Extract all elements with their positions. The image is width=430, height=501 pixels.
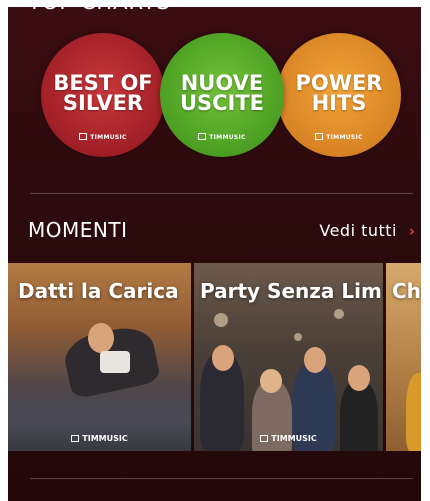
timmusic-logo-icon	[315, 133, 324, 140]
partial-person	[406, 373, 421, 451]
chart-best-of-silver[interactable]: BEST OF SILVER TIMMUSIC	[41, 33, 165, 157]
card-title: Party Senza Limiti	[200, 279, 383, 303]
see-all-link[interactable]: Vedi tutti	[319, 221, 397, 240]
timmusic-logo-icon	[71, 435, 80, 442]
man-face	[88, 323, 114, 353]
timmusic-logo: TIMMUSIC	[277, 133, 401, 141]
timmusic-logo: TIMMUSIC	[194, 434, 383, 443]
person-face	[348, 365, 370, 391]
timmusic-logo: TIMMUSIC	[41, 133, 165, 141]
timmusic-logo: TIMMUSIC	[8, 434, 191, 443]
momenti-title: MOMENTI	[28, 218, 128, 242]
moment-card-partial[interactable]: Chi	[386, 263, 421, 451]
light-bokeh	[294, 333, 302, 341]
card-title: Chi	[392, 279, 421, 303]
chart-title: POWER HITS	[295, 71, 383, 115]
section-divider	[30, 193, 413, 194]
section-divider	[30, 478, 413, 479]
chart-nuove-uscite[interactable]: NUOVE USCITE TIMMUSIC	[160, 33, 284, 157]
timmusic-logo: TIMMUSIC	[160, 133, 284, 141]
moment-card-datti-la-carica[interactable]: Datti la Carica TIMMUSIC	[8, 263, 191, 451]
person-face	[212, 345, 234, 371]
person-face	[304, 347, 326, 373]
app-screen: TOP CHARTS BEST OF SILVER TIMMUSIC NUOVE…	[8, 0, 421, 501]
timmusic-logo-icon	[260, 435, 269, 442]
light-bokeh	[214, 313, 228, 327]
light-bokeh	[334, 309, 344, 319]
chart-power-hits[interactable]: POWER HITS TIMMUSIC	[277, 33, 401, 157]
chart-title: BEST OF SILVER	[53, 71, 153, 115]
chart-title: NUOVE USCITE	[179, 71, 265, 115]
chevron-right-icon[interactable]: ›	[409, 222, 415, 240]
status-bar-strip	[8, 0, 421, 7]
person-face	[260, 369, 282, 393]
timmusic-logo-icon	[198, 133, 207, 140]
timmusic-logo-icon	[79, 133, 88, 140]
card-title: Datti la Carica	[18, 279, 179, 303]
man-shirt	[100, 351, 130, 373]
moment-card-party-senza-limiti[interactable]: Party Senza Limiti TIMMUSIC	[194, 263, 383, 451]
